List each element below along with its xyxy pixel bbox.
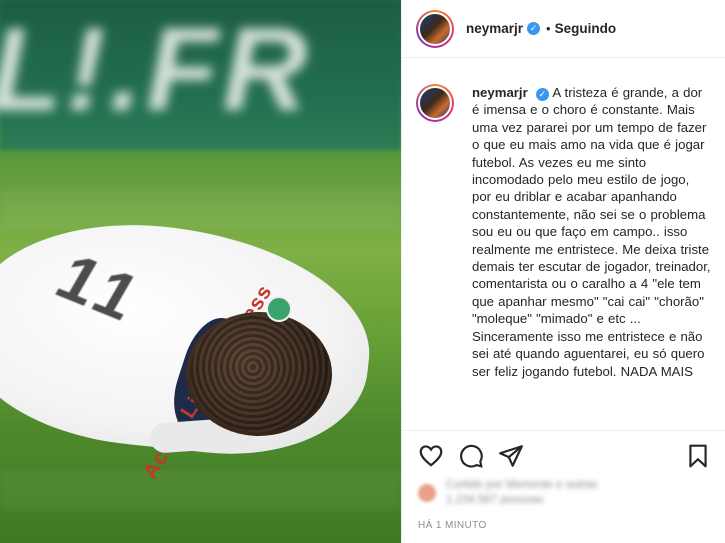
heart-icon[interactable] [418,443,444,469]
post-header: neymarjr ✓ • Seguindo [402,0,725,58]
divider [402,430,725,431]
post-timestamp: HÁ 1 MINUTO [418,520,487,531]
liked-by-avatar [418,484,436,502]
caption-text: A tristeza é grande, a dor é imensa e o … [472,85,711,379]
share-icon[interactable] [498,443,524,469]
post-panel: neymarjr ✓ • Seguindo neymarjr ✓ A trist… [401,0,725,543]
comment-icon[interactable] [458,443,484,469]
verified-badge-icon: ✓ [535,88,549,102]
caption: neymarjr ✓ A tristeza é grande, a dor é … [472,84,712,380]
stadium-ad-board: L!.FR [0,0,401,150]
caption-avatar[interactable] [416,84,454,122]
bookmark-icon[interactable] [685,443,711,469]
grass-stripe [0,470,401,510]
liked-by-section: Curtido por blsmonte e outras 1.234.567 … [418,478,616,508]
ad-board-text: L!.FR [0,4,312,136]
caption-username[interactable]: neymarjr [472,85,528,100]
player-hair [190,314,330,432]
post-photo[interactable]: L!.FR 11 Accor Live Limitless [0,0,401,543]
caption-section: neymarjr ✓ A tristeza é grande, a dor é … [416,84,715,380]
action-bar [418,442,711,470]
separator-dot: • [546,21,551,36]
liked-by-text[interactable]: Curtido por blsmonte e outras 1.234.567 … [446,478,616,508]
shirt-badge [266,296,292,322]
verified-badge-icon: ✓ [527,22,541,35]
header-username[interactable]: neymarjr [466,21,523,36]
avatar[interactable] [416,9,454,48]
grass-stripe [0,190,401,230]
following-button[interactable]: Seguindo [555,21,617,36]
